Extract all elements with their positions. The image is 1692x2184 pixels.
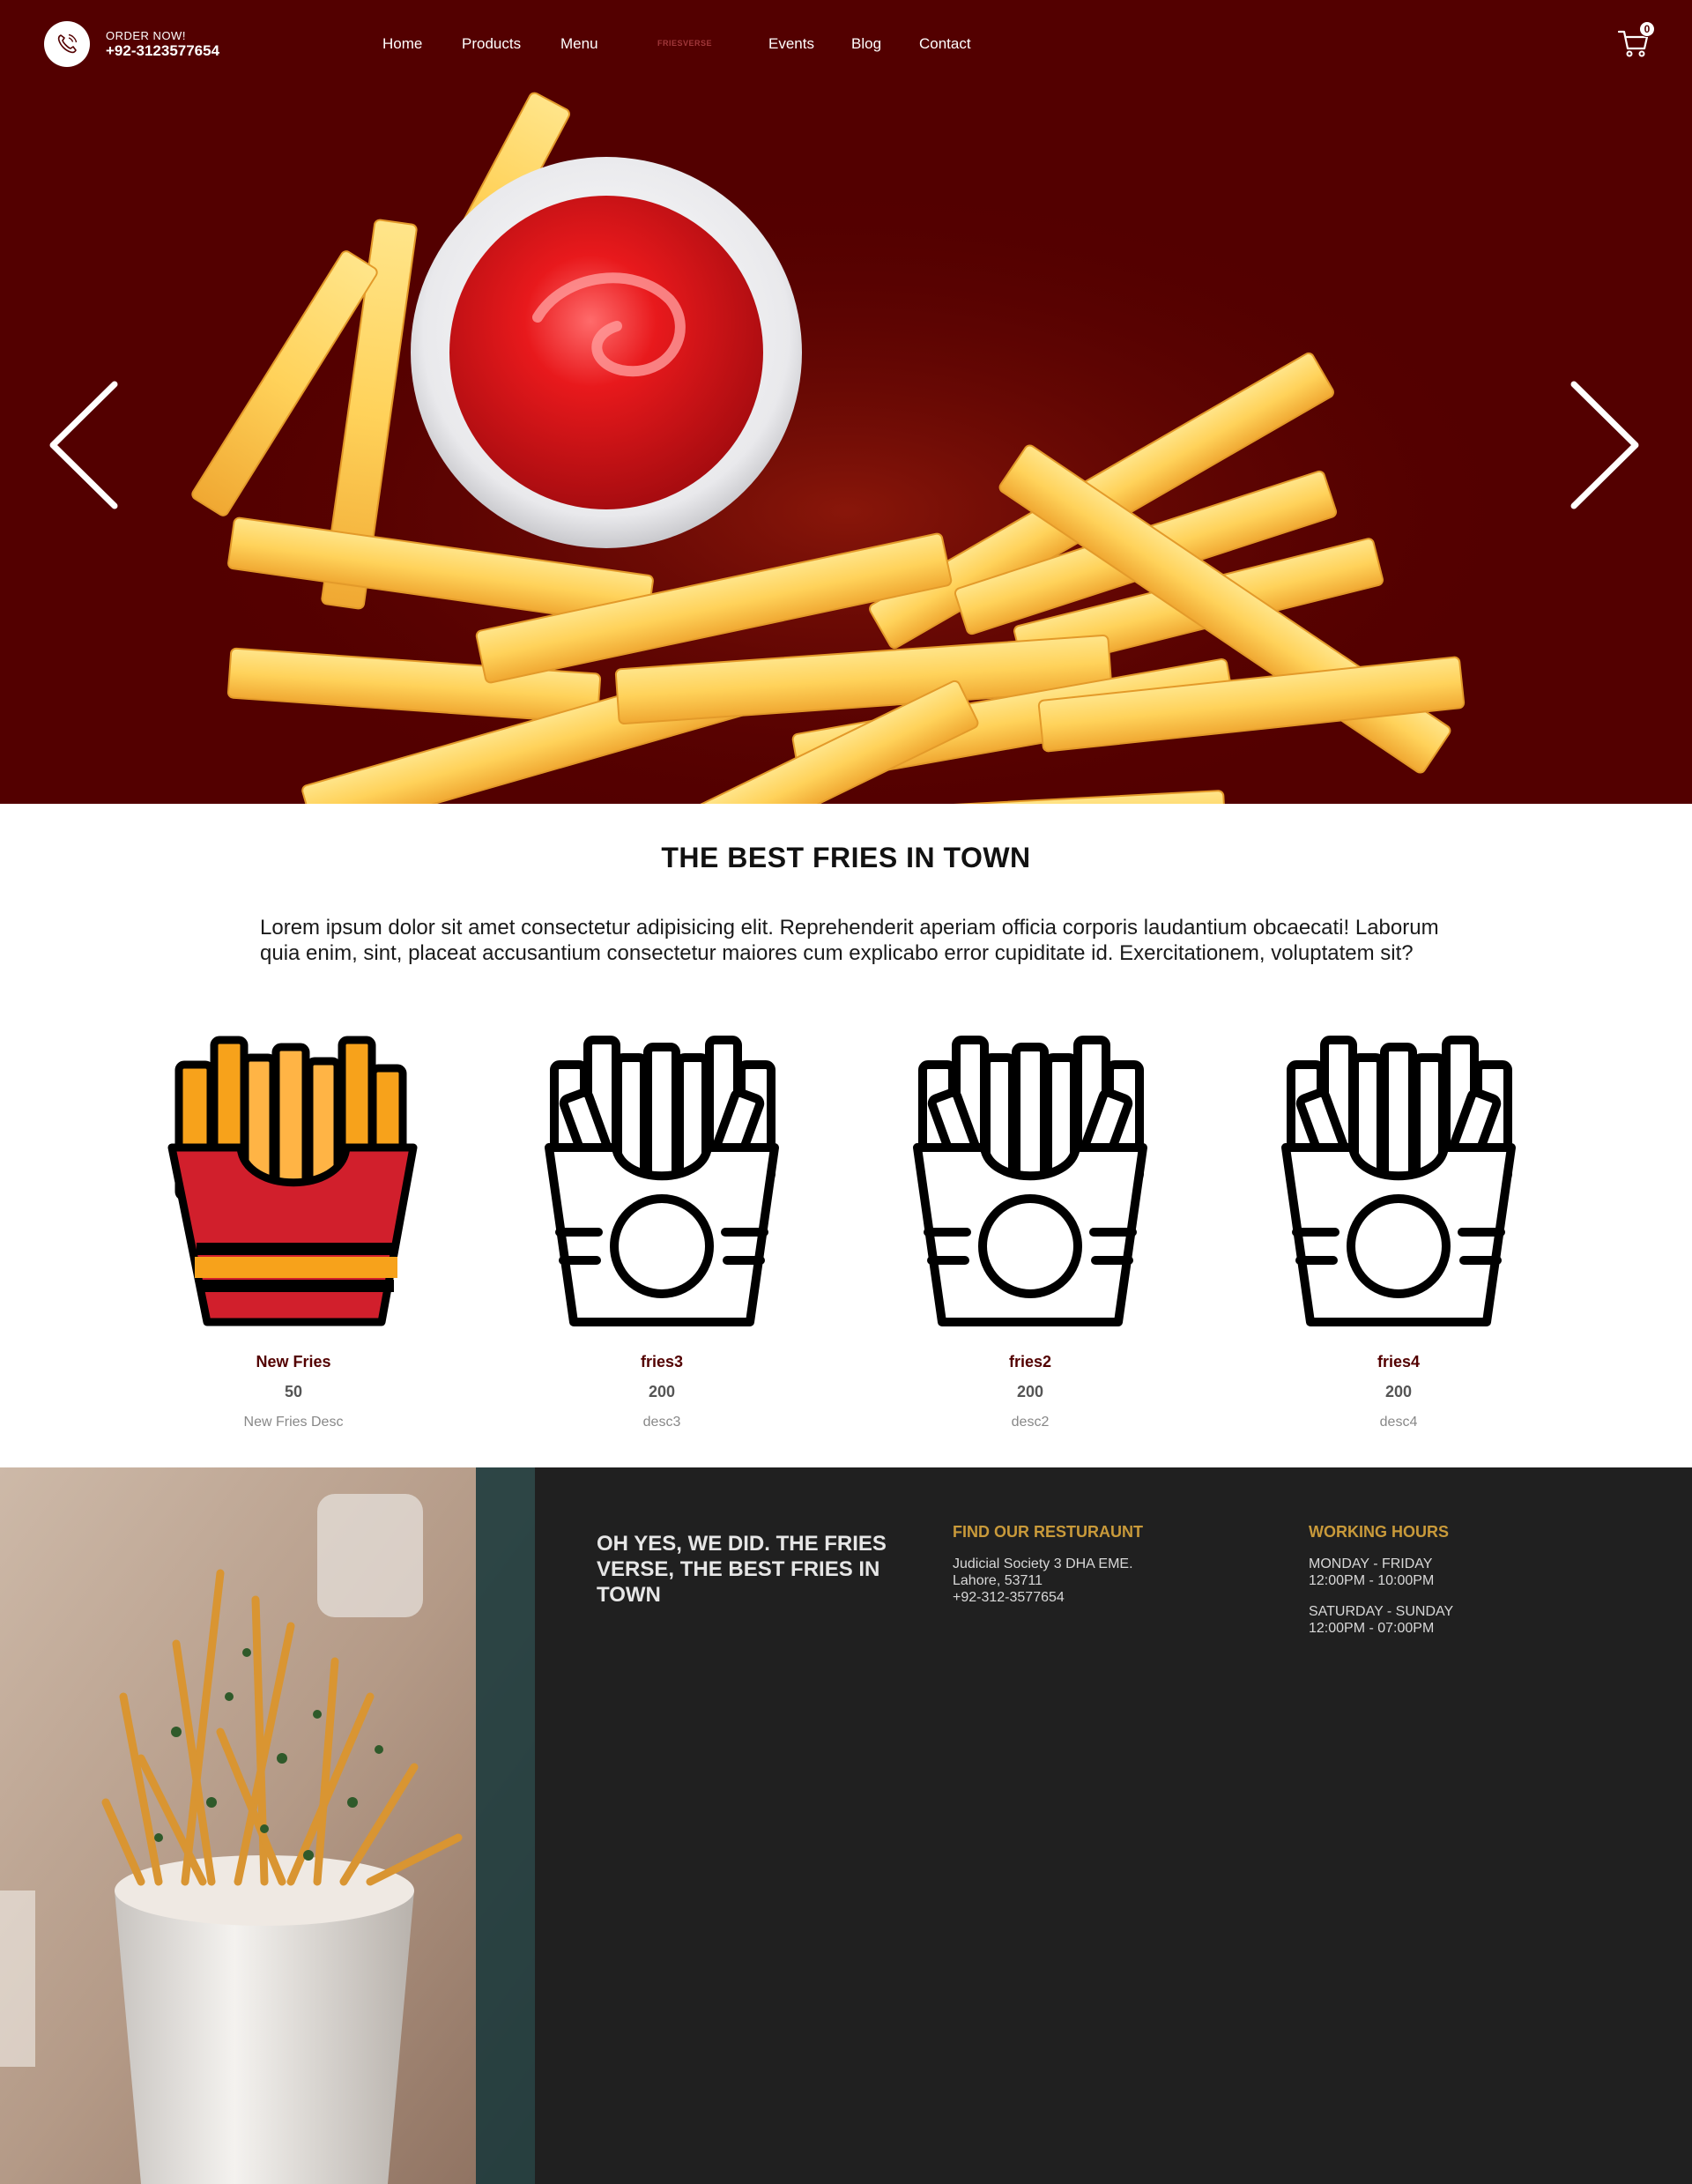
fries-outline-icon <box>913 1036 1147 1326</box>
footer-tagline: OH YES, WE DID. THE FRIES VERSE, THE BES… <box>597 1532 887 1607</box>
section-description: Lorem ipsum dolor sit amet consectetur a… <box>260 916 1439 965</box>
address-line-1: Judicial Society 3 DHA EME. <box>953 1556 1133 1571</box>
fries-colored-icon <box>167 1036 418 1326</box>
product-price: 200 <box>648 1383 676 1400</box>
product-list: New Fries 50 New Fries Desc fries3 200 d… <box>0 1022 1692 1431</box>
product-description: New Fries Desc <box>243 1415 344 1430</box>
nav-link-blog[interactable]: Blog <box>851 34 881 54</box>
fries-ketchup-image <box>159 92 1533 804</box>
weekend-hours: 12:00PM - 07:00PM <box>1309 1621 1435 1636</box>
nav-link-products[interactable]: Products <box>462 34 521 54</box>
product-name: fries2 <box>1008 1353 1052 1371</box>
product-description: desc2 <box>1011 1415 1050 1430</box>
product-price: 50 <box>284 1383 303 1400</box>
slider-prev-button[interactable] <box>44 379 123 511</box>
working-hours-title: WORKING HOURS <box>1309 1523 1449 1541</box>
cart-button[interactable]: 0 <box>1616 21 1657 62</box>
address-line-2: Lahore, 53711 <box>953 1573 1043 1588</box>
product-name: New Fries <box>256 1353 331 1371</box>
product-description: desc4 <box>1379 1415 1418 1430</box>
product-card[interactable]: fries2 200 desc2 <box>898 1022 1162 1431</box>
footer-info-panel: OH YES, WE DID. THE FRIES VERSE, THE BES… <box>535 1467 1692 2184</box>
nav-link-contact[interactable]: Contact <box>919 34 971 54</box>
hero-slider <box>0 88 1692 804</box>
weekend-label: SATURDAY - SUNDAY <box>1309 1604 1454 1619</box>
nav-link-menu[interactable]: Menu <box>560 34 598 54</box>
find-restaurant-title: FIND OUR RESTURAUNT <box>953 1523 1143 1541</box>
main-nav: Home Products Menu FRIESVERSE Events Blo… <box>0 0 1058 88</box>
chevron-right-icon <box>1570 381 1639 509</box>
site-logo[interactable]: FRIESVERSE <box>646 39 724 48</box>
fries-cup-photo <box>0 1467 535 2184</box>
nav-link-events[interactable]: Events <box>768 34 814 54</box>
address-phone[interactable]: +92-312-3577654 <box>953 1589 1065 1606</box>
cart-count-badge: 0 <box>1639 21 1655 37</box>
site-footer: OH YES, WE DID. THE FRIES VERSE, THE BES… <box>0 1467 1692 2184</box>
product-card[interactable]: fries3 200 desc3 <box>530 1022 794 1431</box>
product-price: 200 <box>1384 1383 1413 1400</box>
weekday-hours: 12:00PM - 10:00PM <box>1309 1573 1435 1588</box>
fries-outline-icon <box>545 1036 779 1326</box>
chevron-left-icon <box>49 381 118 509</box>
product-price: 200 <box>1016 1383 1044 1400</box>
product-name: fries3 <box>640 1353 684 1371</box>
product-card[interactable]: New Fries 50 New Fries Desc <box>161 1022 426 1431</box>
product-description: desc3 <box>642 1415 681 1430</box>
product-name: fries4 <box>1377 1353 1421 1371</box>
top-navbar: ORDER NOW! +92-3123577654 Home Products … <box>0 0 1692 88</box>
section-title: THE BEST FRIES IN TOWN <box>661 842 1031 873</box>
slider-next-button[interactable] <box>1565 379 1644 511</box>
nav-link-home[interactable]: Home <box>382 34 422 54</box>
product-card[interactable]: fries4 200 desc4 <box>1266 1022 1531 1431</box>
weekday-label: MONDAY - FRIDAY <box>1309 1556 1433 1571</box>
fries-outline-icon <box>1281 1036 1516 1326</box>
